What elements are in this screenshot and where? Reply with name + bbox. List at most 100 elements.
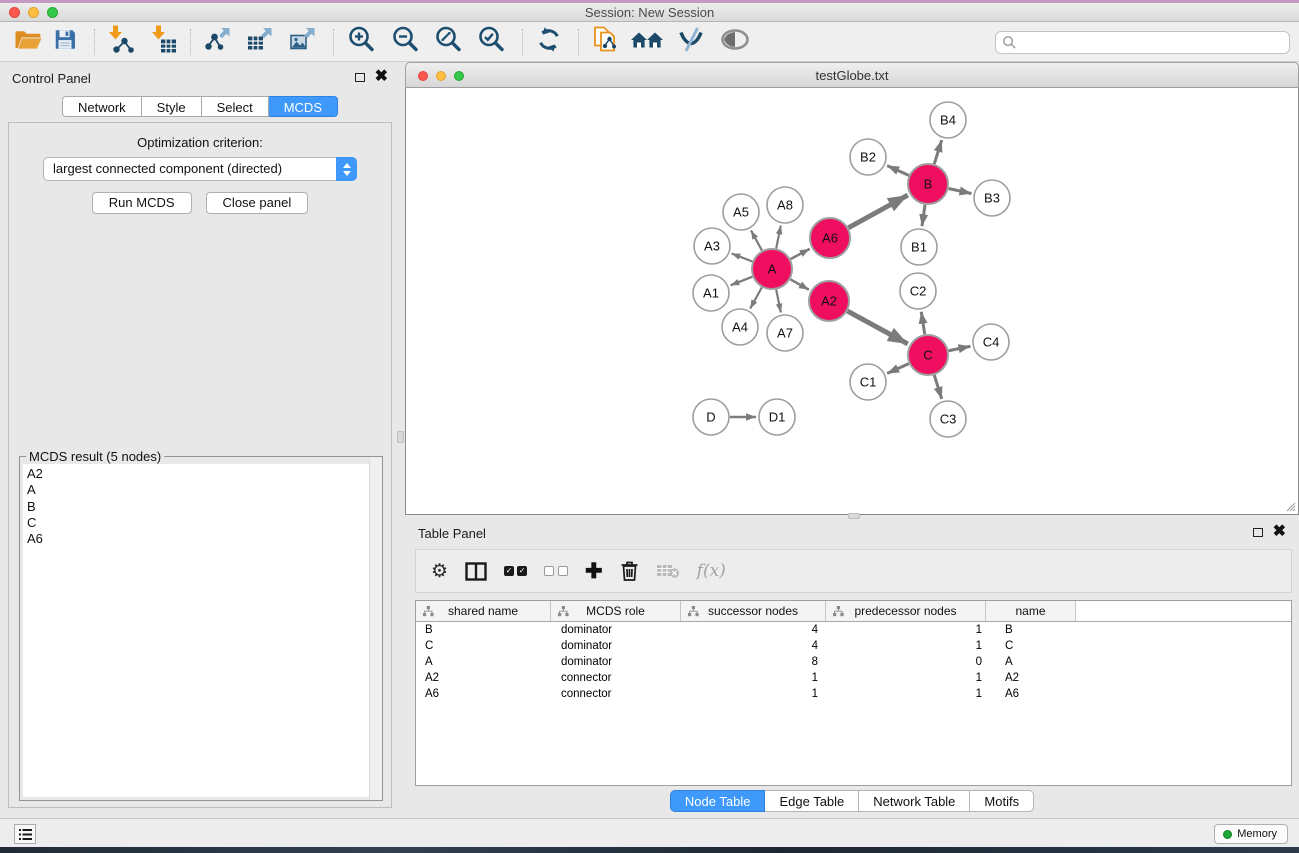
mcds-result-item[interactable]: A6 xyxy=(23,531,379,547)
close-network-window-button[interactable] xyxy=(418,71,428,81)
table-row[interactable]: A2connector11A2 xyxy=(416,670,1291,686)
show-graphics-details-eye-icon[interactable] xyxy=(719,27,751,56)
table-cell[interactable]: B xyxy=(986,622,1076,638)
table-cell[interactable]: dominator xyxy=(551,622,681,638)
zoom-in-icon[interactable] xyxy=(347,24,377,59)
export-image-icon[interactable] xyxy=(288,24,318,59)
table-cell[interactable]: A2 xyxy=(986,670,1076,686)
table-cell[interactable]: dominator xyxy=(551,654,681,670)
table-cell[interactable]: A xyxy=(986,654,1076,670)
network-from-clipboard-icon[interactable] xyxy=(590,24,620,59)
zoom-out-icon[interactable] xyxy=(391,24,421,59)
graph-edge-B-B1[interactable] xyxy=(922,205,925,226)
graph-edge-A-A2[interactable] xyxy=(790,279,809,289)
table-cell[interactable]: A xyxy=(416,654,551,670)
table-cell[interactable]: 1 xyxy=(826,638,986,654)
resize-grip-icon[interactable] xyxy=(1284,500,1296,512)
export-network-icon[interactable] xyxy=(203,24,233,59)
float-table-panel-icon[interactable] xyxy=(1253,528,1263,537)
close-window-button[interactable] xyxy=(9,7,20,18)
delete-table-icon[interactable] xyxy=(656,563,680,579)
zoom-selected-icon[interactable] xyxy=(477,24,507,59)
table-row[interactable]: Bdominator41B xyxy=(416,622,1291,638)
close-panel-button[interactable]: Close panel xyxy=(206,192,309,214)
split-columns-icon[interactable] xyxy=(465,562,487,581)
graph-edge-A-A8[interactable] xyxy=(776,226,781,249)
tab-style[interactable]: Style xyxy=(142,96,202,117)
graph-edge-B-B3[interactable] xyxy=(949,188,972,193)
tab-select[interactable]: Select xyxy=(202,96,269,117)
graph-edge-A-A3[interactable] xyxy=(732,254,753,262)
table-cell[interactable]: B xyxy=(416,622,551,638)
open-session-icon[interactable] xyxy=(14,27,43,57)
scrollbar-track[interactable] xyxy=(369,457,382,800)
graph-edge-A-A5[interactable] xyxy=(751,230,762,250)
table-cell[interactable]: 1 xyxy=(826,622,986,638)
graph-edge-A-A4[interactable] xyxy=(750,287,762,308)
table-row[interactable]: A6connector11A6 xyxy=(416,686,1291,702)
column-header-name[interactable]: name xyxy=(986,601,1076,621)
column-header-shared-name[interactable]: shared name xyxy=(416,601,551,621)
graph-edge-B-B2[interactable] xyxy=(887,166,909,176)
table-cell[interactable]: connector xyxy=(551,686,681,702)
task-history-button[interactable] xyxy=(14,824,36,844)
apply-function-icon[interactable]: f(x) xyxy=(697,561,726,581)
table-cell[interactable]: 8 xyxy=(681,654,826,670)
graph-edge-A-A7[interactable] xyxy=(776,290,781,313)
table-cell[interactable]: 4 xyxy=(681,622,826,638)
delete-row-trash-icon[interactable] xyxy=(620,560,639,582)
table-cell[interactable]: 1 xyxy=(826,686,986,702)
tab-node-table[interactable]: Node Table xyxy=(670,790,766,812)
network-canvas[interactable]: B4B2BB3A5A8A6A3B1AA1C2A2A4A7C4CC1C3DD1 xyxy=(405,88,1299,515)
graph-edge-B-B4[interactable] xyxy=(934,140,941,164)
add-row-icon[interactable]: ✚ xyxy=(585,561,603,582)
mcds-result-list[interactable]: A2ABCA6 xyxy=(23,464,379,797)
graph-edge-A-A6[interactable] xyxy=(791,249,810,259)
save-session-icon[interactable] xyxy=(53,27,77,56)
graph-edge-C-C2[interactable] xyxy=(921,312,925,335)
table-cell[interactable]: 1 xyxy=(681,686,826,702)
graph-edge-C-C1[interactable] xyxy=(887,364,909,374)
minimize-network-window-button[interactable] xyxy=(436,71,446,81)
memory-button[interactable]: Memory xyxy=(1214,824,1288,844)
horizontal-splitter-handle[interactable] xyxy=(848,513,860,519)
tab-edge-table[interactable]: Edge Table xyxy=(765,790,859,812)
export-table-icon[interactable] xyxy=(245,24,275,59)
tab-network-table[interactable]: Network Table xyxy=(859,790,970,812)
table-cell[interactable]: 0 xyxy=(826,654,986,670)
zoom-network-window-button[interactable] xyxy=(454,71,464,81)
table-cell[interactable]: C xyxy=(986,638,1076,654)
table-cell[interactable]: A2 xyxy=(416,670,551,686)
table-cell[interactable]: connector xyxy=(551,670,681,686)
close-table-panel-icon[interactable]: ✖ xyxy=(1273,527,1286,537)
tab-motifs[interactable]: Motifs xyxy=(970,790,1034,812)
mcds-result-item[interactable]: C xyxy=(23,515,379,531)
tab-network[interactable]: Network xyxy=(62,96,142,117)
search-input[interactable] xyxy=(1017,32,1289,53)
graph-edge-A6-B[interactable] xyxy=(848,195,907,228)
column-header-predecessor-nodes[interactable]: predecessor nodes xyxy=(826,601,986,621)
table-cell[interactable]: A6 xyxy=(986,686,1076,702)
table-cell[interactable]: 1 xyxy=(826,670,986,686)
close-panel-icon[interactable]: ✖ xyxy=(375,72,388,82)
float-panel-icon[interactable] xyxy=(355,73,365,82)
run-mcds-button[interactable]: Run MCDS xyxy=(92,192,192,214)
mcds-result-item[interactable]: A2 xyxy=(23,464,379,482)
network-window-titlebar[interactable]: testGlobe.txt xyxy=(405,62,1299,88)
import-table-icon[interactable] xyxy=(148,24,178,59)
graph-edge-A-A1[interactable] xyxy=(731,277,753,286)
column-header-mcds-role[interactable]: MCDS role xyxy=(551,601,681,621)
mcds-result-item[interactable]: B xyxy=(23,499,379,515)
graph-edge-C-C4[interactable] xyxy=(949,346,971,351)
vertical-splitter-handle[interactable] xyxy=(397,431,404,443)
refresh-icon[interactable] xyxy=(535,25,563,58)
graph-edge-C-C3[interactable] xyxy=(934,375,941,399)
deselect-all-checkboxes-icon[interactable] xyxy=(544,566,568,576)
table-cell[interactable]: A6 xyxy=(416,686,551,702)
table-cell[interactable]: C xyxy=(416,638,551,654)
import-network-icon[interactable] xyxy=(105,24,135,59)
column-header-successor-nodes[interactable]: successor nodes xyxy=(681,601,826,621)
table-cell[interactable]: 4 xyxy=(681,638,826,654)
homes-icon[interactable] xyxy=(630,27,664,56)
criterion-select[interactable]: largest connected component (directed) xyxy=(43,157,357,181)
